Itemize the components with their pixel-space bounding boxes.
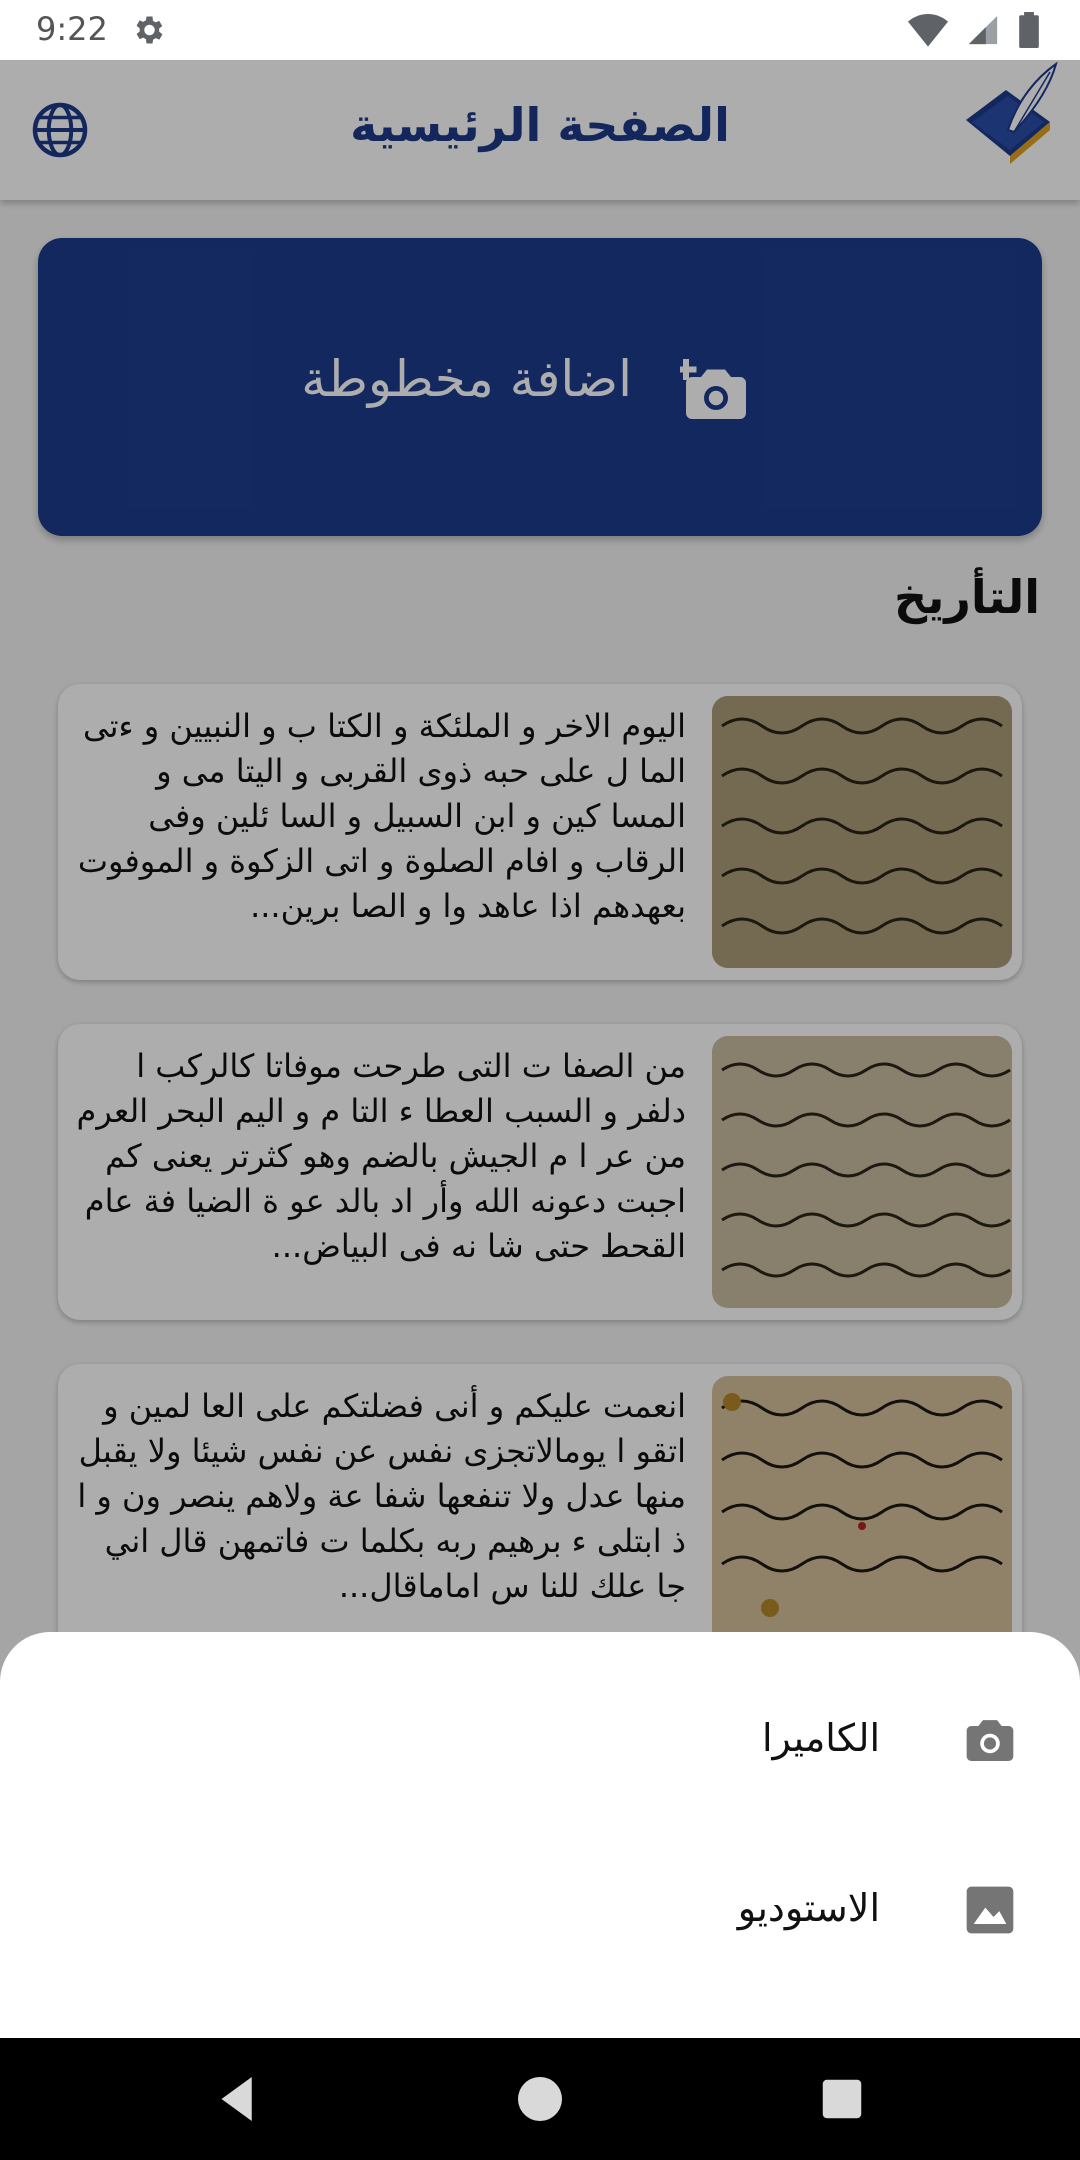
option-gallery-label: الاستوديو [737,1886,880,1930]
home-icon[interactable] [507,2066,573,2132]
battery-icon [1019,12,1039,48]
image-icon [966,1886,1014,1934]
status-bar: 9:22 [0,0,1080,60]
status-time: 9:22 [36,10,108,48]
wifi-icon [908,14,948,47]
back-icon[interactable] [205,2066,271,2132]
camera-icon [966,1720,1014,1761]
option-camera-label: الكاميرا [761,1716,880,1760]
option-camera[interactable]: الكاميرا [0,1672,1080,1812]
settings-gear-icon [136,16,163,44]
option-gallery[interactable]: الاستوديو [0,1842,1080,1982]
recents-icon[interactable] [809,2066,875,2132]
system-nav-bar [0,2038,1080,2160]
status-icons [908,12,1040,48]
cellular-signal-icon [968,15,998,45]
image-source-bottom-sheet: الكاميرا الاستوديو [0,1632,1080,2038]
